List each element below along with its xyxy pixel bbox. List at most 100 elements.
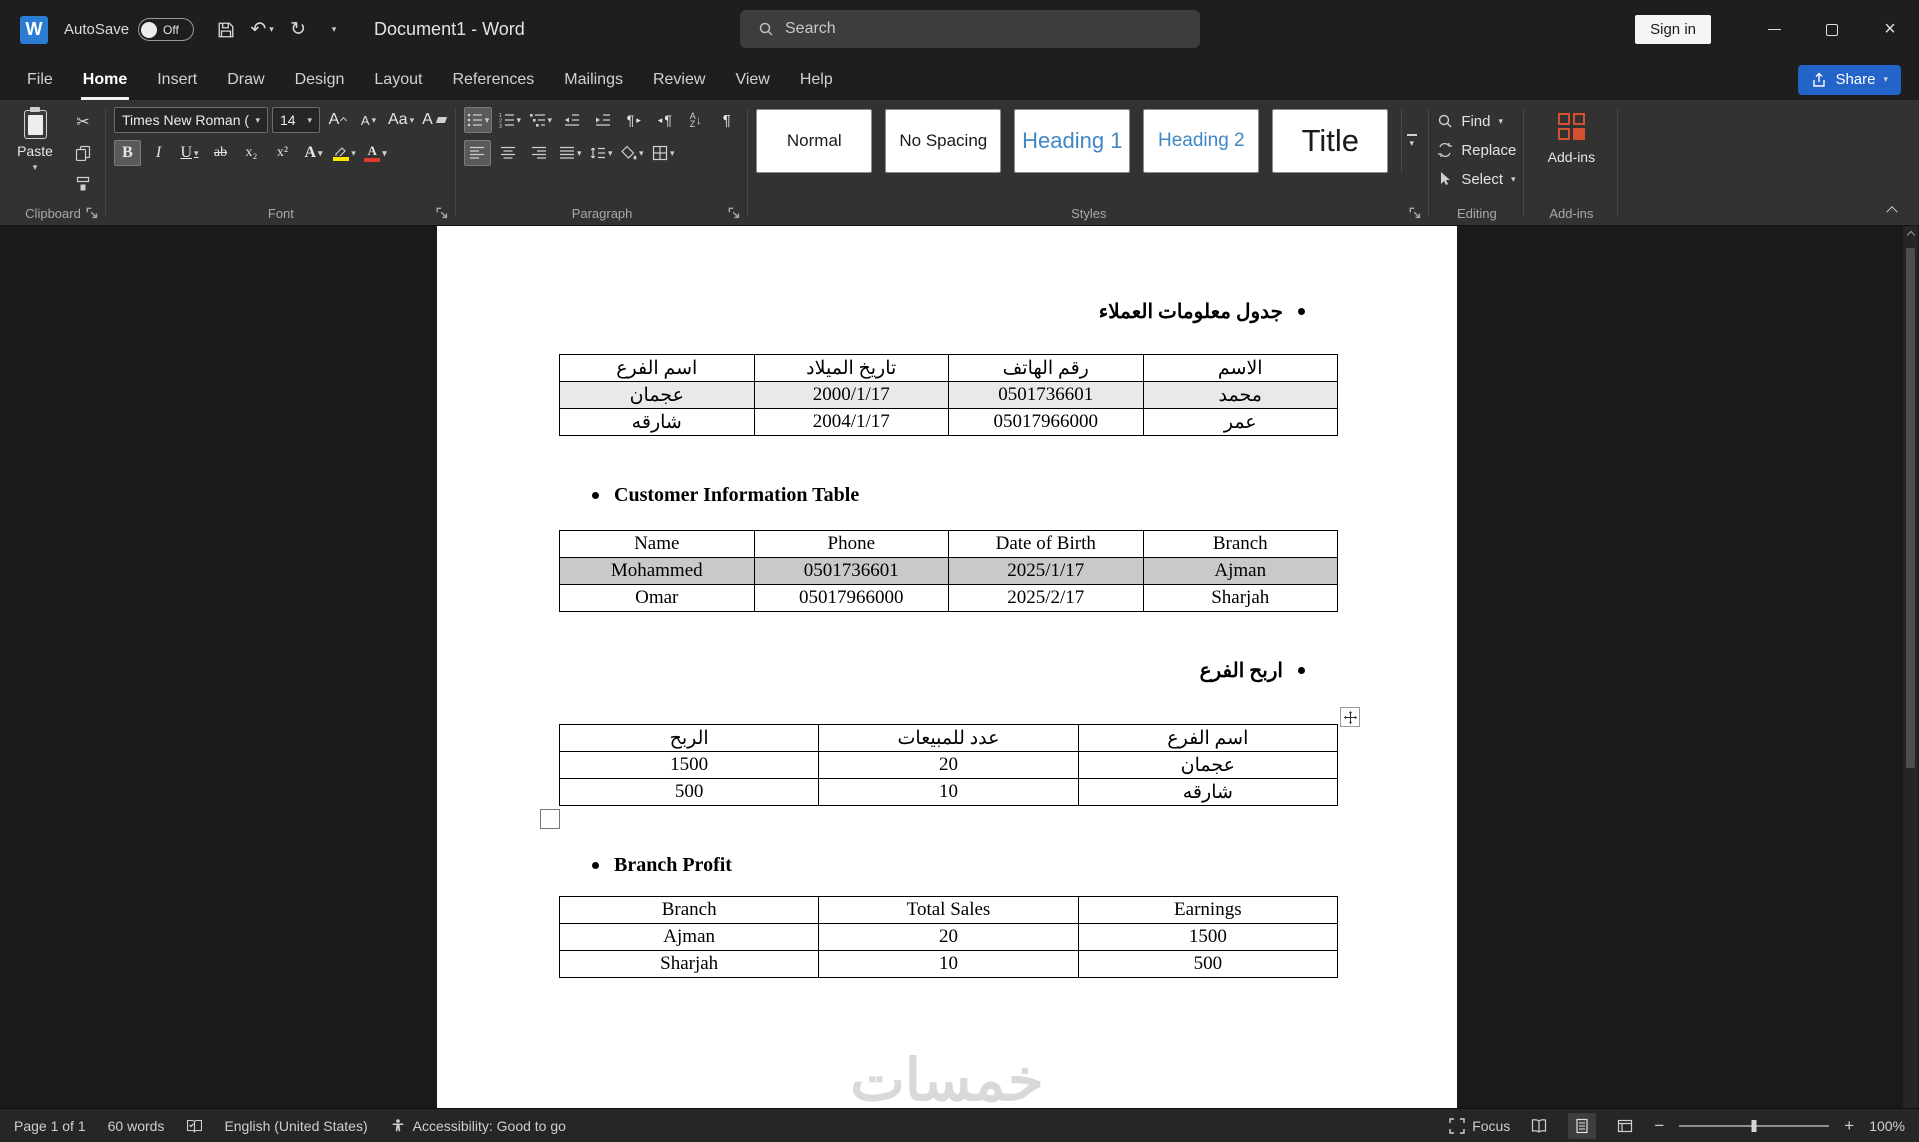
superscript-button[interactable]: x²	[269, 140, 296, 166]
zoom-slider-handle[interactable]	[1751, 1119, 1757, 1132]
style-card-heading-1[interactable]: Heading 1	[1014, 109, 1131, 173]
share-button[interactable]: Share ▾	[1798, 64, 1901, 95]
ribbon-tab-file[interactable]: File	[12, 59, 68, 100]
table-cell[interactable]: شارقه	[1077, 778, 1339, 806]
italic-button[interactable]: I	[145, 140, 172, 166]
redo-button[interactable]: ↻	[280, 12, 316, 48]
select-button[interactable]: Select ▾	[1437, 167, 1516, 191]
table-move-handle[interactable]	[1340, 707, 1360, 727]
cut-button[interactable]: ✂	[68, 109, 98, 135]
profit-table-arabic[interactable]: الربح عدد للمبيعات اسم الفرع 1500 20 عجمان 500…	[558, 724, 1339, 806]
table-header-cell[interactable]: Date of Birth	[948, 530, 1144, 558]
table-header-cell[interactable]: Name	[559, 530, 755, 558]
zoom-level[interactable]: 100%	[1869, 1118, 1905, 1134]
doc-heading-customers-arabic[interactable]: جدول معلومات العملاء	[559, 296, 1338, 326]
styles-dialog-launcher[interactable]	[1409, 207, 1422, 220]
table-cell[interactable]: 20	[818, 751, 1079, 779]
ribbon-tab-references[interactable]: References	[437, 59, 549, 100]
table-header-cell[interactable]: Total Sales	[818, 896, 1079, 924]
ribbon-tab-draw[interactable]: Draw	[212, 59, 279, 100]
styles-gallery-more-button[interactable]: ▾	[1401, 109, 1421, 173]
search-box[interactable]: Search	[740, 10, 1200, 48]
autosave-toggle[interactable]: Off	[138, 18, 195, 41]
ribbon-tab-design[interactable]: Design	[280, 59, 360, 100]
table-cell[interactable]: Ajman	[1142, 557, 1338, 585]
format-painter-button[interactable]	[68, 171, 98, 197]
table-cell[interactable]: 1500	[1077, 923, 1339, 951]
undo-button[interactable]: ↶ ▾	[244, 12, 280, 48]
table-cell[interactable]: محمد	[1142, 381, 1338, 409]
doc-heading-customers-english[interactable]: Customer Information Table	[559, 480, 1338, 510]
table-cell[interactable]: 500	[558, 778, 820, 806]
replace-button[interactable]: Replace	[1437, 138, 1516, 162]
close-button[interactable]: ×	[1861, 0, 1919, 59]
page-indicator[interactable]: Page 1 of 1	[14, 1118, 86, 1134]
focus-toggle[interactable]: Focus	[1449, 1118, 1510, 1134]
sort-button[interactable]: A Z ↓	[682, 107, 709, 133]
font-color-button[interactable]: A ▾	[362, 140, 389, 166]
table-cell[interactable]: 2025/1/17	[948, 557, 1144, 585]
ribbon-tab-home[interactable]: Home	[68, 59, 142, 100]
line-spacing-button[interactable]: ▾	[588, 140, 615, 166]
text-effects-button[interactable]: A ▾	[300, 140, 327, 166]
ltr-direction-button[interactable]: ¶ ▸	[620, 107, 647, 133]
table-header-cell[interactable]: الاسم	[1142, 354, 1338, 382]
ribbon-tab-insert[interactable]: Insert	[142, 59, 212, 100]
change-case-button[interactable]: Aa ▾	[386, 107, 416, 133]
style-card-no-spacing[interactable]: No Spacing	[885, 109, 1002, 173]
web-layout-button[interactable]	[1611, 1113, 1639, 1139]
underline-button[interactable]: U ▾	[176, 140, 203, 166]
table-cell[interactable]: عمر	[1142, 408, 1338, 436]
table-cell[interactable]: Omar	[559, 584, 755, 612]
highlight-color-button[interactable]: ▾	[331, 140, 358, 166]
table-cell[interactable]: Ajman	[558, 923, 820, 951]
font-name-select[interactable]: Times New Roman (▾	[114, 107, 268, 133]
ribbon-tab-help[interactable]: Help	[785, 59, 848, 100]
shrink-font-button[interactable]: A ▾	[355, 107, 382, 133]
customer-table-arabic[interactable]: اسم الفرع تاريخ الميلاد رقم الهاتف الاسم عجم…	[559, 354, 1338, 436]
table-header-cell[interactable]: رقم الهاتف	[948, 354, 1144, 382]
sign-in-button[interactable]: Sign in	[1635, 15, 1711, 44]
borders-button[interactable]: ▾	[650, 140, 677, 166]
table-cell[interactable]: عجمان	[1077, 751, 1339, 779]
style-card-normal[interactable]: Normal	[756, 109, 873, 173]
style-card-heading-2[interactable]: Heading 2	[1143, 109, 1260, 173]
table-cell[interactable]: 20	[818, 923, 1079, 951]
scrollbar-up-button[interactable]	[1903, 226, 1918, 244]
ribbon-tab-layout[interactable]: Layout	[359, 59, 437, 100]
style-card-title[interactable]: Title	[1272, 109, 1389, 173]
table-cell[interactable]: 2025/2/17	[948, 584, 1144, 612]
collapse-ribbon-button[interactable]	[1881, 201, 1903, 218]
shading-button[interactable]: ▾	[619, 140, 646, 166]
save-button[interactable]	[208, 12, 244, 48]
zoom-in-button[interactable]: +	[1844, 1116, 1854, 1136]
grow-font-button[interactable]: A	[324, 107, 351, 133]
table-header-cell[interactable]: Phone	[753, 530, 949, 558]
qat-customize-button[interactable]: ▾	[316, 12, 352, 48]
multilevel-list-button[interactable]: ▾	[527, 107, 554, 133]
table-header-cell[interactable]: تاريخ الميلاد	[753, 354, 949, 382]
table-cell[interactable]: Sharjah	[558, 950, 820, 978]
table-cell[interactable]: 1500	[558, 751, 820, 779]
vertical-scrollbar[interactable]	[1903, 226, 1918, 1108]
clipboard-dialog-launcher[interactable]	[86, 207, 99, 220]
table-header-cell[interactable]: عدد للمبيعات	[818, 724, 1079, 752]
accessibility-status[interactable]: Accessibility: Good to go	[390, 1118, 566, 1134]
align-center-button[interactable]	[495, 140, 522, 166]
bold-button[interactable]: B	[114, 140, 141, 166]
word-count[interactable]: 60 words	[108, 1118, 165, 1134]
word-app-icon[interactable]: W	[20, 15, 48, 44]
numbering-button[interactable]: 1 2 3 ▾	[496, 107, 523, 133]
increase-indent-button[interactable]	[589, 107, 616, 133]
strikethrough-button[interactable]: ab	[207, 140, 234, 166]
table-header-cell[interactable]: اسم الفرع	[1077, 724, 1339, 752]
decrease-indent-button[interactable]	[558, 107, 585, 133]
ribbon-tab-review[interactable]: Review	[638, 59, 720, 100]
minimize-button[interactable]	[1745, 0, 1803, 59]
ribbon-tab-view[interactable]: View	[720, 59, 784, 100]
table-cell[interactable]: 2004/1/17	[753, 408, 949, 436]
table-header-cell[interactable]: الربح	[558, 724, 820, 752]
font-size-select[interactable]: 14 ▾	[272, 107, 320, 133]
subscript-button[interactable]: x₂	[238, 140, 265, 166]
table-cell[interactable]: عجمان	[559, 381, 755, 409]
